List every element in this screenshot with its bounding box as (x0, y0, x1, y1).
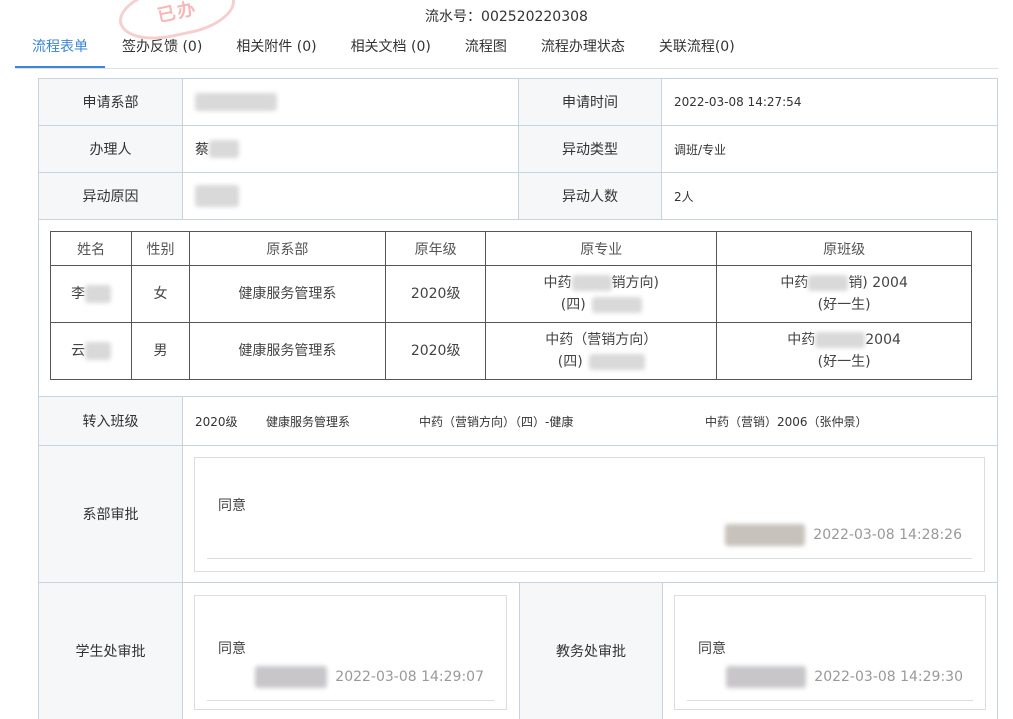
student-gender: 女 (131, 265, 190, 323)
redacted-reason (195, 185, 239, 207)
student-major: 中药 销方向) (四) (485, 265, 718, 323)
tab-flowchart[interactable]: 流程图 (448, 34, 524, 67)
tab-feedback[interactable]: 签办反馈 (0) (105, 34, 219, 67)
dept-value (183, 79, 519, 125)
divider (687, 700, 973, 701)
student-major: 中药（营销方向） (四) (485, 322, 718, 380)
flow-form: 申请系部 申请时间 2022-03-08 14:27:54 办理人 蔡 异动类型… (38, 78, 998, 719)
divider (207, 700, 494, 701)
time-label: 申请时间 (519, 79, 662, 125)
transfer-class: 中药（营销）2006（张仲景） (705, 414, 868, 429)
col-gender: 性别 (131, 231, 190, 266)
student-table-header: 姓名 性别 原系部 原年级 原专业 原班级 (49, 231, 972, 266)
redacted-dept (195, 93, 277, 111)
form-row-transfer: 转入班级 2020级 健康服务管理系 中药（营销方向）（四）-健康 中药（营销）… (39, 397, 997, 446)
transfer-major: 中药（营销方向）（四）-健康 (419, 414, 574, 429)
student-class: 中药 销) 2004 (好一生) (716, 265, 972, 323)
time-value: 2022-03-08 14:27:54 (674, 95, 802, 109)
dept-approval-sign: 2022-03-08 14:28:26 (725, 524, 962, 546)
student-dept: 健康服务管理系 (188, 265, 386, 323)
student-office-opinion: 同意 (218, 641, 246, 657)
transfer-label: 转入班级 (39, 397, 183, 445)
type-label: 异动类型 (519, 126, 662, 172)
transfer-grade: 2020级 (195, 414, 238, 429)
count-value: 2人 (674, 189, 694, 204)
count-label: 异动人数 (519, 173, 662, 219)
col-major: 原专业 (485, 231, 718, 266)
tab-documents[interactable]: 相关文档 (0) (334, 34, 448, 67)
handler-name: 蔡 (195, 142, 209, 158)
form-row-office-approval: 学生处审批 同意 2022-03-08 14:29:07 教务处审批 同意 20… (39, 583, 997, 719)
redacted-handler (209, 140, 239, 158)
student-name: 李 (49, 265, 133, 323)
table-row: 李 女 健康服务管理系 2020级 中药 销方向) (四) 中药 销) 2004 (… (49, 265, 972, 323)
student-name: 云 (49, 322, 133, 380)
serial-value: 002520220308 (481, 9, 588, 25)
academic-office-box: 同意 2022-03-08 14:29:30 (674, 595, 986, 710)
student-grade: 2020级 (384, 322, 487, 380)
tab-bar: 流程表单 签办反馈 (0) 相关附件 (0) 相关文档 (0) 流程图 流程办理… (15, 34, 998, 69)
academic-office-sign: 2022-03-08 14:29:30 (726, 666, 963, 688)
student-office-time: 2022-03-08 14:29:07 (335, 669, 484, 685)
serial-label: 流水号： (425, 9, 482, 25)
student-table: 姓名 性别 原系部 原年级 原专业 原班级 李 女 健康服务管理系 2020级 … (49, 231, 972, 380)
serial-number: 流水号：002520220308 (0, 6, 1013, 26)
transfer-value: 2020级 健康服务管理系 中药（营销方向）（四）-健康 中药（营销）2006（… (183, 397, 997, 445)
dept-label: 申请系部 (39, 79, 183, 125)
divider (207, 558, 972, 559)
redacted-signature (255, 666, 328, 688)
student-grade: 2020级 (384, 265, 487, 323)
handler-label: 办理人 (39, 126, 183, 172)
student-gender: 男 (131, 322, 190, 380)
student-table-row: 姓名 性别 原系部 原年级 原专业 原班级 李 女 健康服务管理系 2020级 … (39, 220, 997, 397)
tab-process-status[interactable]: 流程办理状态 (524, 34, 642, 67)
col-name: 姓名 (49, 231, 133, 266)
col-dept: 原系部 (188, 231, 386, 266)
redacted-signature (725, 524, 806, 546)
form-row-dept: 申请系部 申请时间 2022-03-08 14:27:54 (39, 79, 997, 126)
student-office-sign: 2022-03-08 14:29:07 (255, 666, 484, 688)
student-dept: 健康服务管理系 (188, 322, 386, 380)
tab-attachments[interactable]: 相关附件 (0) (219, 34, 333, 67)
table-row: 云 男 健康服务管理系 2020级 中药（营销方向） (四) 中药 2004 (好… (49, 322, 972, 380)
student-class: 中药 2004 (好一生) (716, 322, 972, 380)
academic-office-label: 教务处审批 (519, 583, 663, 719)
tab-form[interactable]: 流程表单 (15, 34, 105, 68)
academic-office-time: 2022-03-08 14:29:30 (814, 669, 963, 685)
academic-office-opinion: 同意 (698, 641, 726, 657)
tab-related-process[interactable]: 关联流程(0) (642, 34, 752, 67)
col-grade: 原年级 (384, 231, 487, 266)
col-class: 原班级 (716, 231, 972, 266)
form-row-handler: 办理人 蔡 异动类型 调班/专业 (39, 126, 997, 173)
dept-approval-time: 2022-03-08 14:28:26 (813, 527, 962, 543)
form-row-reason: 异动原因 异动人数 2人 (39, 173, 997, 220)
student-office-label: 学生处审批 (39, 583, 183, 719)
handler-value: 蔡 (183, 126, 519, 172)
reason-value (183, 173, 519, 219)
student-office-box: 同意 2022-03-08 14:29:07 (194, 595, 507, 710)
dept-approval-label: 系部审批 (39, 446, 183, 582)
dept-approval-box: 同意 2022-03-08 14:28:26 (194, 457, 985, 572)
reason-label: 异动原因 (39, 173, 183, 219)
type-value: 调班/专业 (674, 142, 727, 157)
form-row-dept-approval: 系部审批 同意 2022-03-08 14:28:26 (39, 446, 997, 583)
transfer-dept: 健康服务管理系 (266, 414, 351, 429)
redacted-signature (726, 666, 807, 688)
dept-approval-opinion: 同意 (218, 498, 246, 514)
